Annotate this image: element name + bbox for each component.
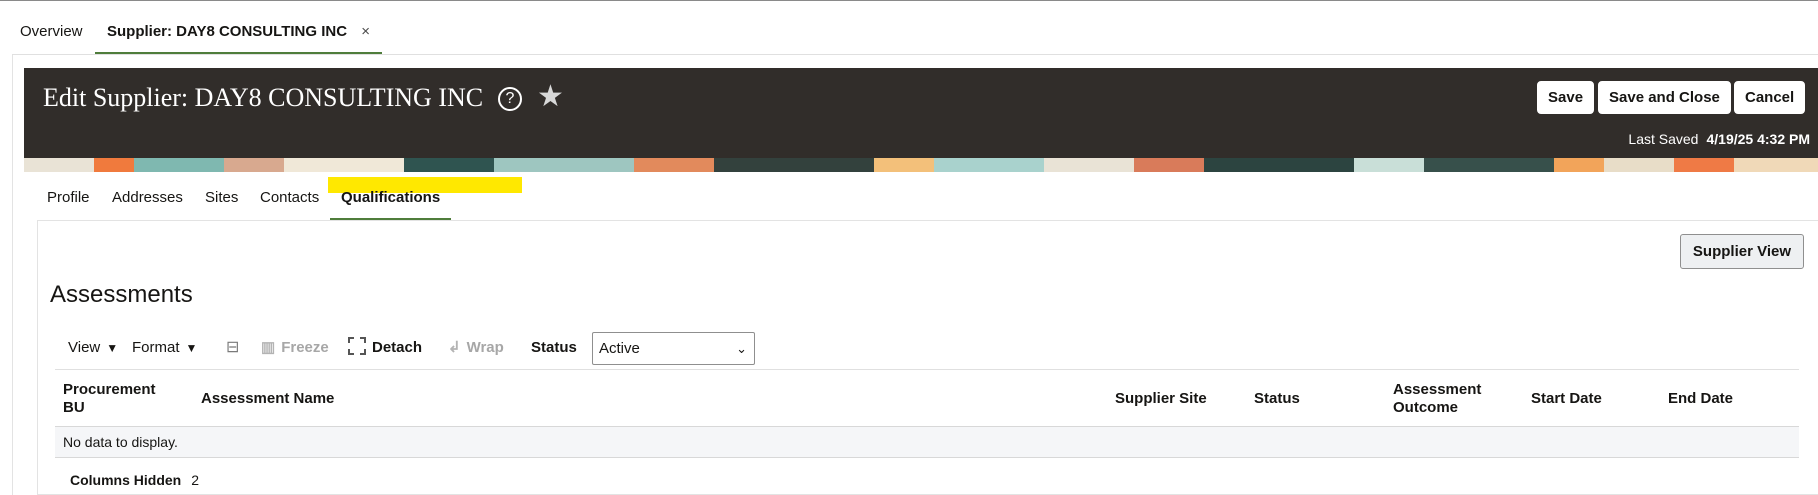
page-header: Edit Supplier: DAY8 CONSULTING INC ? ★ S… [24,68,1818,158]
last-saved-label: Last Saved [1628,131,1699,147]
status-filter-label: Status [531,339,577,356]
columns-hidden-count: 2 [191,472,200,488]
close-icon[interactable]: × [361,23,370,40]
column-header-end-date[interactable]: End Date [1668,370,1733,428]
caret-down-icon: ▼ [185,341,198,355]
tab-addresses[interactable]: Addresses [112,183,183,221]
wrap-button[interactable]: ↲ Wrap [448,331,504,365]
tab-supplier-label: Supplier: DAY8 CONSULTING INC [107,23,348,40]
column-header-assessment-name[interactable]: Assessment Name [201,370,334,428]
help-icon[interactable]: ? [498,87,522,111]
query-by-example-icon[interactable]: ⊟ [226,331,239,365]
tab-contacts[interactable]: Contacts [260,183,319,221]
freeze-label: Freeze [281,339,329,356]
window-top-border [0,0,1818,1]
top-tab-bar: Overview Supplier: DAY8 CONSULTING INC × [0,8,1818,56]
last-saved-info: Last Saved 4/19/25 4:32 PM [1628,131,1810,147]
format-menu-label: Format [132,339,180,356]
column-header-procurement-bu[interactable]: Procurement BU [63,370,173,428]
column-header-supplier-site[interactable]: Supplier Site [1115,370,1207,428]
save-and-close-button[interactable]: Save and Close [1598,81,1731,114]
page-title: Edit Supplier: DAY8 CONSULTING INC [43,83,484,112]
detach-icon [348,337,366,355]
format-menu[interactable]: Format ▼ [132,331,197,365]
cancel-button[interactable]: Cancel [1734,81,1806,114]
tab-sites[interactable]: Sites [205,183,238,221]
detach-label: Detach [372,339,423,356]
tab-overview[interactable]: Overview [20,8,83,56]
detach-button[interactable]: Detach [348,331,422,365]
tab-profile[interactable]: Profile [47,183,90,221]
wrap-icon: ↲ [448,339,461,356]
decorative-banner [24,158,1818,172]
view-menu-label: View [68,339,101,356]
status-filter-value: Active [599,340,640,357]
last-saved-value: 4/19/25 4:32 PM [1706,131,1810,147]
assessments-table: Procurement BU Assessment Name Supplier … [55,369,1799,488]
chevron-down-icon: ⌄ [736,341,747,356]
columns-hidden-label: Columns Hidden [70,472,182,488]
supplier-view-button[interactable]: Supplier View [1679,234,1804,269]
table-toolbar: View ▼ Format ▼ ⊟ ▥ Freeze Detach ↲ Wrap Sta… [56,331,776,365]
column-header-start-date[interactable]: Start Date [1531,370,1602,428]
columns-hidden-info: Columns Hidden 2 [70,470,199,490]
favorite-star-icon[interactable]: ★ [537,80,564,114]
caret-down-icon: ▼ [106,341,119,355]
qualifications-panel: Supplier View Assessments View ▼ Format ▼ … [37,220,1818,495]
view-menu[interactable]: View ▼ [68,331,118,365]
empty-table-message: No data to display. [55,427,1799,458]
table-header: Procurement BU Assessment Name Supplier … [55,369,1799,427]
column-header-assessment-outcome[interactable]: Assessment Outcome [1393,370,1503,428]
tab-supplier[interactable]: Supplier: DAY8 CONSULTING INC × [95,8,382,55]
tab-qualifications[interactable]: Qualifications [330,183,452,221]
freeze-icon: ▥ [261,339,276,356]
wrap-label: Wrap [466,339,504,356]
column-header-status[interactable]: Status [1254,370,1300,428]
section-title: Assessments [50,281,193,308]
save-button[interactable]: Save [1537,81,1595,114]
freeze-button[interactable]: ▥ Freeze [261,331,329,365]
status-filter-select[interactable]: Active ⌄ [592,332,755,365]
